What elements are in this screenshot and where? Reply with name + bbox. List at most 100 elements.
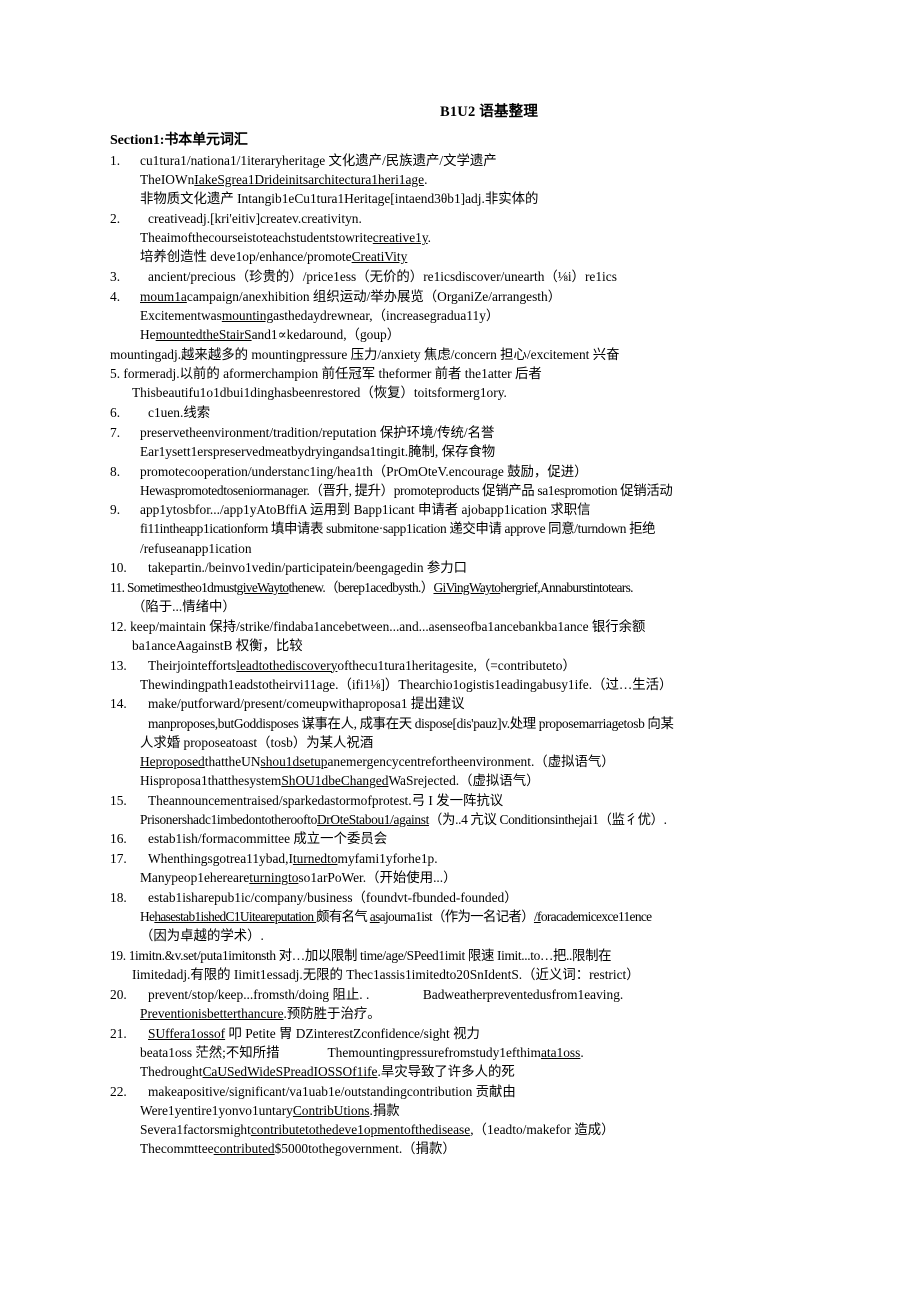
entry-number: 16. <box>110 831 127 847</box>
entry-lines: creativeadj.[kri'eitiv]createv.creativit… <box>110 209 828 266</box>
entry-line: make/putforward/present/comeupwithapropo… <box>148 696 465 712</box>
entry-line: Severa1factorsmightcontributetothedeve1o… <box>140 1121 615 1137</box>
entry-lines: moum1acampaign/anexhibition 组织运动/举办展览（Or… <box>110 287 828 344</box>
entry-number: 19. <box>110 947 126 963</box>
entry-line: Manypeop1ehereareturningtoso1arPoWer.（开始… <box>140 870 457 886</box>
entry-line: moum1acampaign/anexhibition 组织运动/举办展览（Or… <box>140 288 562 304</box>
entry-number: 7. <box>110 424 121 440</box>
entry-lines: app1ytosbfor.../app1yAtoBffiA 运用到 Bapp1i… <box>110 500 828 557</box>
entry-lines: mountingadj.越来越多的 mountingpressure 压力/an… <box>110 345 828 364</box>
entry-lines: promotecooperation/understanc1ing/hea1th… <box>110 462 828 500</box>
entry-line: takepartin./beinvo1vedin/participatein/b… <box>148 560 468 576</box>
entry-line: HeproposedthattheUNshou1dsetupanemergenc… <box>140 753 615 769</box>
entry-lines: Theannouncementraised/sparkedastormofpro… <box>110 791 828 829</box>
list-item: 9. app1ytosbfor.../app1yAtoBffiA 运用到 Bap… <box>110 500 828 557</box>
entry-line: creativeadj.[kri'eitiv]createv.creativit… <box>148 210 362 226</box>
entry-number: 22. <box>110 1083 127 1099</box>
list-item: 20. prevent/stop/keep...fromsth/doing 阻止… <box>110 985 828 1023</box>
entry-number: 14. <box>110 696 127 712</box>
entry-number: 5. <box>110 366 121 382</box>
entry-number: 8. <box>110 463 121 479</box>
entry-line: Theannouncementraised/sparkedastormofpro… <box>148 792 504 808</box>
list-item: 19. 1imitn.&v.set/puta1imitonsth 对…加以限制 … <box>110 946 828 984</box>
entry-line: 非物质文化遗产 Intangib1eCu1tura1Heritage[intae… <box>140 191 539 207</box>
entry-line: 12. keep/maintain 保持/strike/findaba1ance… <box>110 618 646 634</box>
entry-line: app1ytosbfor.../app1yAtoBffiA 运用到 Bapp1i… <box>140 502 591 518</box>
entry-number: 20. <box>110 986 127 1002</box>
entry-lines: cu1tura1/nationa1/1iteraryheritage 文化遗产/… <box>110 151 828 208</box>
entry-number: 6. <box>110 405 121 421</box>
entry-lines: 12. keep/maintain 保持/strike/findaba1ance… <box>110 617 828 655</box>
entry-line: TheIOWnIakeSgrea1Drideinitsarchitectura1… <box>140 172 428 188</box>
entry-line: preservetheenvironment/tradition/reputat… <box>140 424 495 440</box>
entry-line: beata1oss 茫然;不知所措 Themountingpressurefro… <box>140 1044 584 1060</box>
list-item: 16. estab1ish/formacommittee 成立一个委员会 <box>110 829 828 848</box>
entry-line: （因为卓越的学术）. <box>140 928 264 944</box>
entry-lines: ancient/precious（珍贵的）/price1ess（无价的）re1i… <box>110 267 828 286</box>
list-item: 15. Theannouncementraised/sparkedastormo… <box>110 791 828 829</box>
entry-lines: prevent/stop/keep...fromsth/doing 阻止. . … <box>110 985 828 1023</box>
entry-line: cu1tura1/nationa1/1iteraryheritage 文化遗产/… <box>140 153 497 168</box>
list-item: 12. keep/maintain 保持/strike/findaba1ance… <box>110 617 828 655</box>
entry-number: 3. <box>110 268 121 284</box>
entry-line: makeapositive/significant/va1uab1e/outst… <box>148 1083 516 1099</box>
section-heading: Section1:书本单元词汇 <box>110 133 248 148</box>
vocabulary-entry-list: 1. cu1tura1/nationa1/1iteraryheritage 文化… <box>110 151 828 1158</box>
entry-number: 18. <box>110 889 127 905</box>
list-item: 14. make/putforward/present/comeupwithap… <box>110 694 828 790</box>
list-item: 6. c1uen.线索 <box>110 403 828 422</box>
entry-number: 12. <box>110 618 127 634</box>
entry-line: Whenthingsgotrea11ybad,Iturnedtomyfami1y… <box>148 851 438 867</box>
entry-line: Prisonershadc1imbedontotherooftоDrOteSta… <box>140 811 667 827</box>
entry-lines: takepartin./beinvo1vedin/participatein/b… <box>110 558 828 577</box>
entry-line: 培养创造性 deve1op/enhance/promoteCreatiVity <box>140 249 408 265</box>
entry-number: 15. <box>110 792 127 808</box>
entry-line: Excitementwasmountingasthedaydrewnear,（i… <box>140 307 500 323</box>
list-item: mountingadj.越来越多的 mountingpressure 压力/an… <box>110 345 828 364</box>
entry-line: 19. 1imitn.&v.set/puta1imitonsth 对…加以限制 … <box>110 947 612 963</box>
entry-line: promotecooperation/understanc1ing/hea1th… <box>140 463 588 479</box>
entry-line: Were1yentire1yonvo1untaryContribUtions.捐… <box>140 1102 400 1118</box>
entry-number: 9. <box>110 502 121 518</box>
entry-lines: make/putforward/present/comeupwithapropo… <box>110 694 828 790</box>
entry-line: /refuseanapp1ication <box>140 540 252 556</box>
entry-number: 21. <box>110 1025 127 1041</box>
entry-line: ba1anceAagainstB 权衡，比较 <box>132 637 303 653</box>
entry-line: c1uen.线索 <box>148 405 211 421</box>
entry-line: prevent/stop/keep...fromsth/doing 阻止. . … <box>148 986 624 1002</box>
entry-lines: SUffera1ossof 叩 Petite 胃 DZinterestZconf… <box>110 1024 828 1081</box>
list-item: 18. estab1isharepub1ic/company/business（… <box>110 888 828 945</box>
list-item: 22. makeapositive/significant/va1uab1e/o… <box>110 1082 828 1159</box>
list-item: 8. promotecooperation/understanc1ing/hea… <box>110 462 828 500</box>
list-item: 4. moum1acampaign/anexhibition 组织运动/举办展览… <box>110 287 828 344</box>
entry-lines: c1uen.线索 <box>110 403 828 422</box>
list-item: 21. SUffera1ossof 叩 Petite 胃 DZinterestZ… <box>110 1024 828 1081</box>
entry-lines: 19. 1imitn.&v.set/puta1imitonsth 对…加以限制 … <box>110 946 828 984</box>
entry-lines: Theirjointeffortsleadtothediscoveryofthe… <box>110 656 828 694</box>
list-item: 7. preservetheenvironment/tradition/repu… <box>110 423 828 461</box>
entry-line: Thecommtteecontributed$5000tothegovernme… <box>140 1140 456 1156</box>
entry-line: Hehasestab1ishedC1Uiteareputation 颇有名气 a… <box>140 909 652 925</box>
list-item: 3. ancient/precious（珍贵的）/price1ess（无价的）r… <box>110 267 828 286</box>
entry-number: 13. <box>110 657 127 673</box>
entry-lines: preservetheenvironment/tradition/reputat… <box>110 423 828 461</box>
entry-line: Preventionisbetterthancure.预防胜于治疗。 <box>140 1005 381 1021</box>
entry-line: Iimitedadj.有限的 Iimit1essadj.无限的 Thec1ass… <box>132 967 640 983</box>
entry-number: 10. <box>110 560 127 576</box>
entry-line: Theaimofthecourseistoteachstudentstowrit… <box>140 230 432 246</box>
entry-line: 人求婚 proposeatoast（tosb）为某人祝酒 <box>140 734 374 750</box>
entry-line: mountingadj.越来越多的 mountingpressure 压力/an… <box>110 346 620 362</box>
entry-number: 2. <box>110 210 121 226</box>
list-item: 10. takepartin./beinvo1vedin/participate… <box>110 558 828 577</box>
entry-line: Thewindingpath1eadstotheirvi11age.（ifi1⅛… <box>140 676 673 692</box>
list-item: 1. cu1tura1/nationa1/1iteraryheritage 文化… <box>110 151 828 208</box>
list-item: 17. Whenthingsgotrea11ybad,Iturnedtomyfa… <box>110 849 828 887</box>
entry-lines: makeapositive/significant/va1uab1e/outst… <box>110 1082 828 1159</box>
entry-lines: 5. formeradj.以前的 aformerchampion 前任冠军 th… <box>110 364 828 402</box>
entry-lines: Whenthingsgotrea11ybad,Iturnedtomyfami1y… <box>110 849 828 887</box>
entry-number: 17. <box>110 851 127 867</box>
entry-lines: estab1isharepub1ic/company/business（foun… <box>110 888 828 945</box>
entry-line: HemountedtheStairSand1∝kedaround,（goup） <box>140 326 401 342</box>
entry-lines: 11. Sometimestheo1dmustgiveWaytothenew.（… <box>110 578 828 616</box>
entry-line: 11. Sometimestheo1dmustgiveWaytothenew.（… <box>110 579 634 595</box>
